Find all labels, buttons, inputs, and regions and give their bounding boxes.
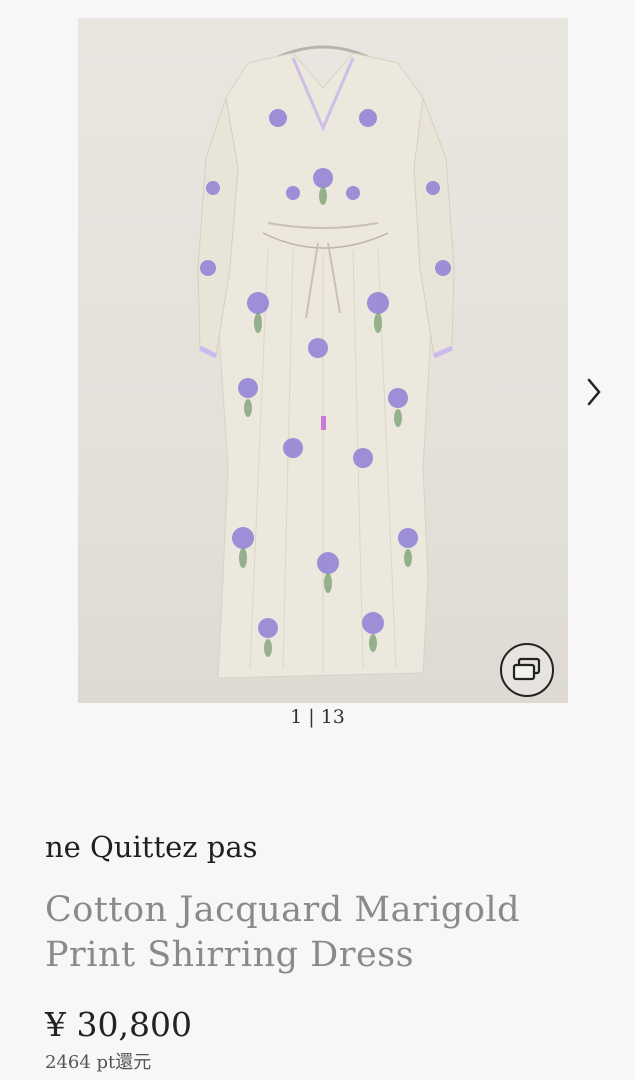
- view-all-images-button[interactable]: [500, 643, 554, 697]
- product-price: ¥ 30,800: [45, 1005, 192, 1044]
- multi-image-icon: [512, 657, 541, 681]
- brand-name[interactable]: ne Quittez pas: [45, 830, 258, 864]
- product-title: Cotton Jacquard Marigold Print Shirring …: [45, 890, 520, 975]
- points-reward: 2464 pt還元: [45, 1052, 152, 1073]
- product-image-gallery[interactable]: [78, 18, 568, 703]
- next-image-button[interactable]: [578, 370, 610, 414]
- chevron-right-icon: [587, 378, 601, 406]
- image-counter: 1 | 13: [290, 706, 345, 728]
- dress-photo: [197, 45, 455, 679]
